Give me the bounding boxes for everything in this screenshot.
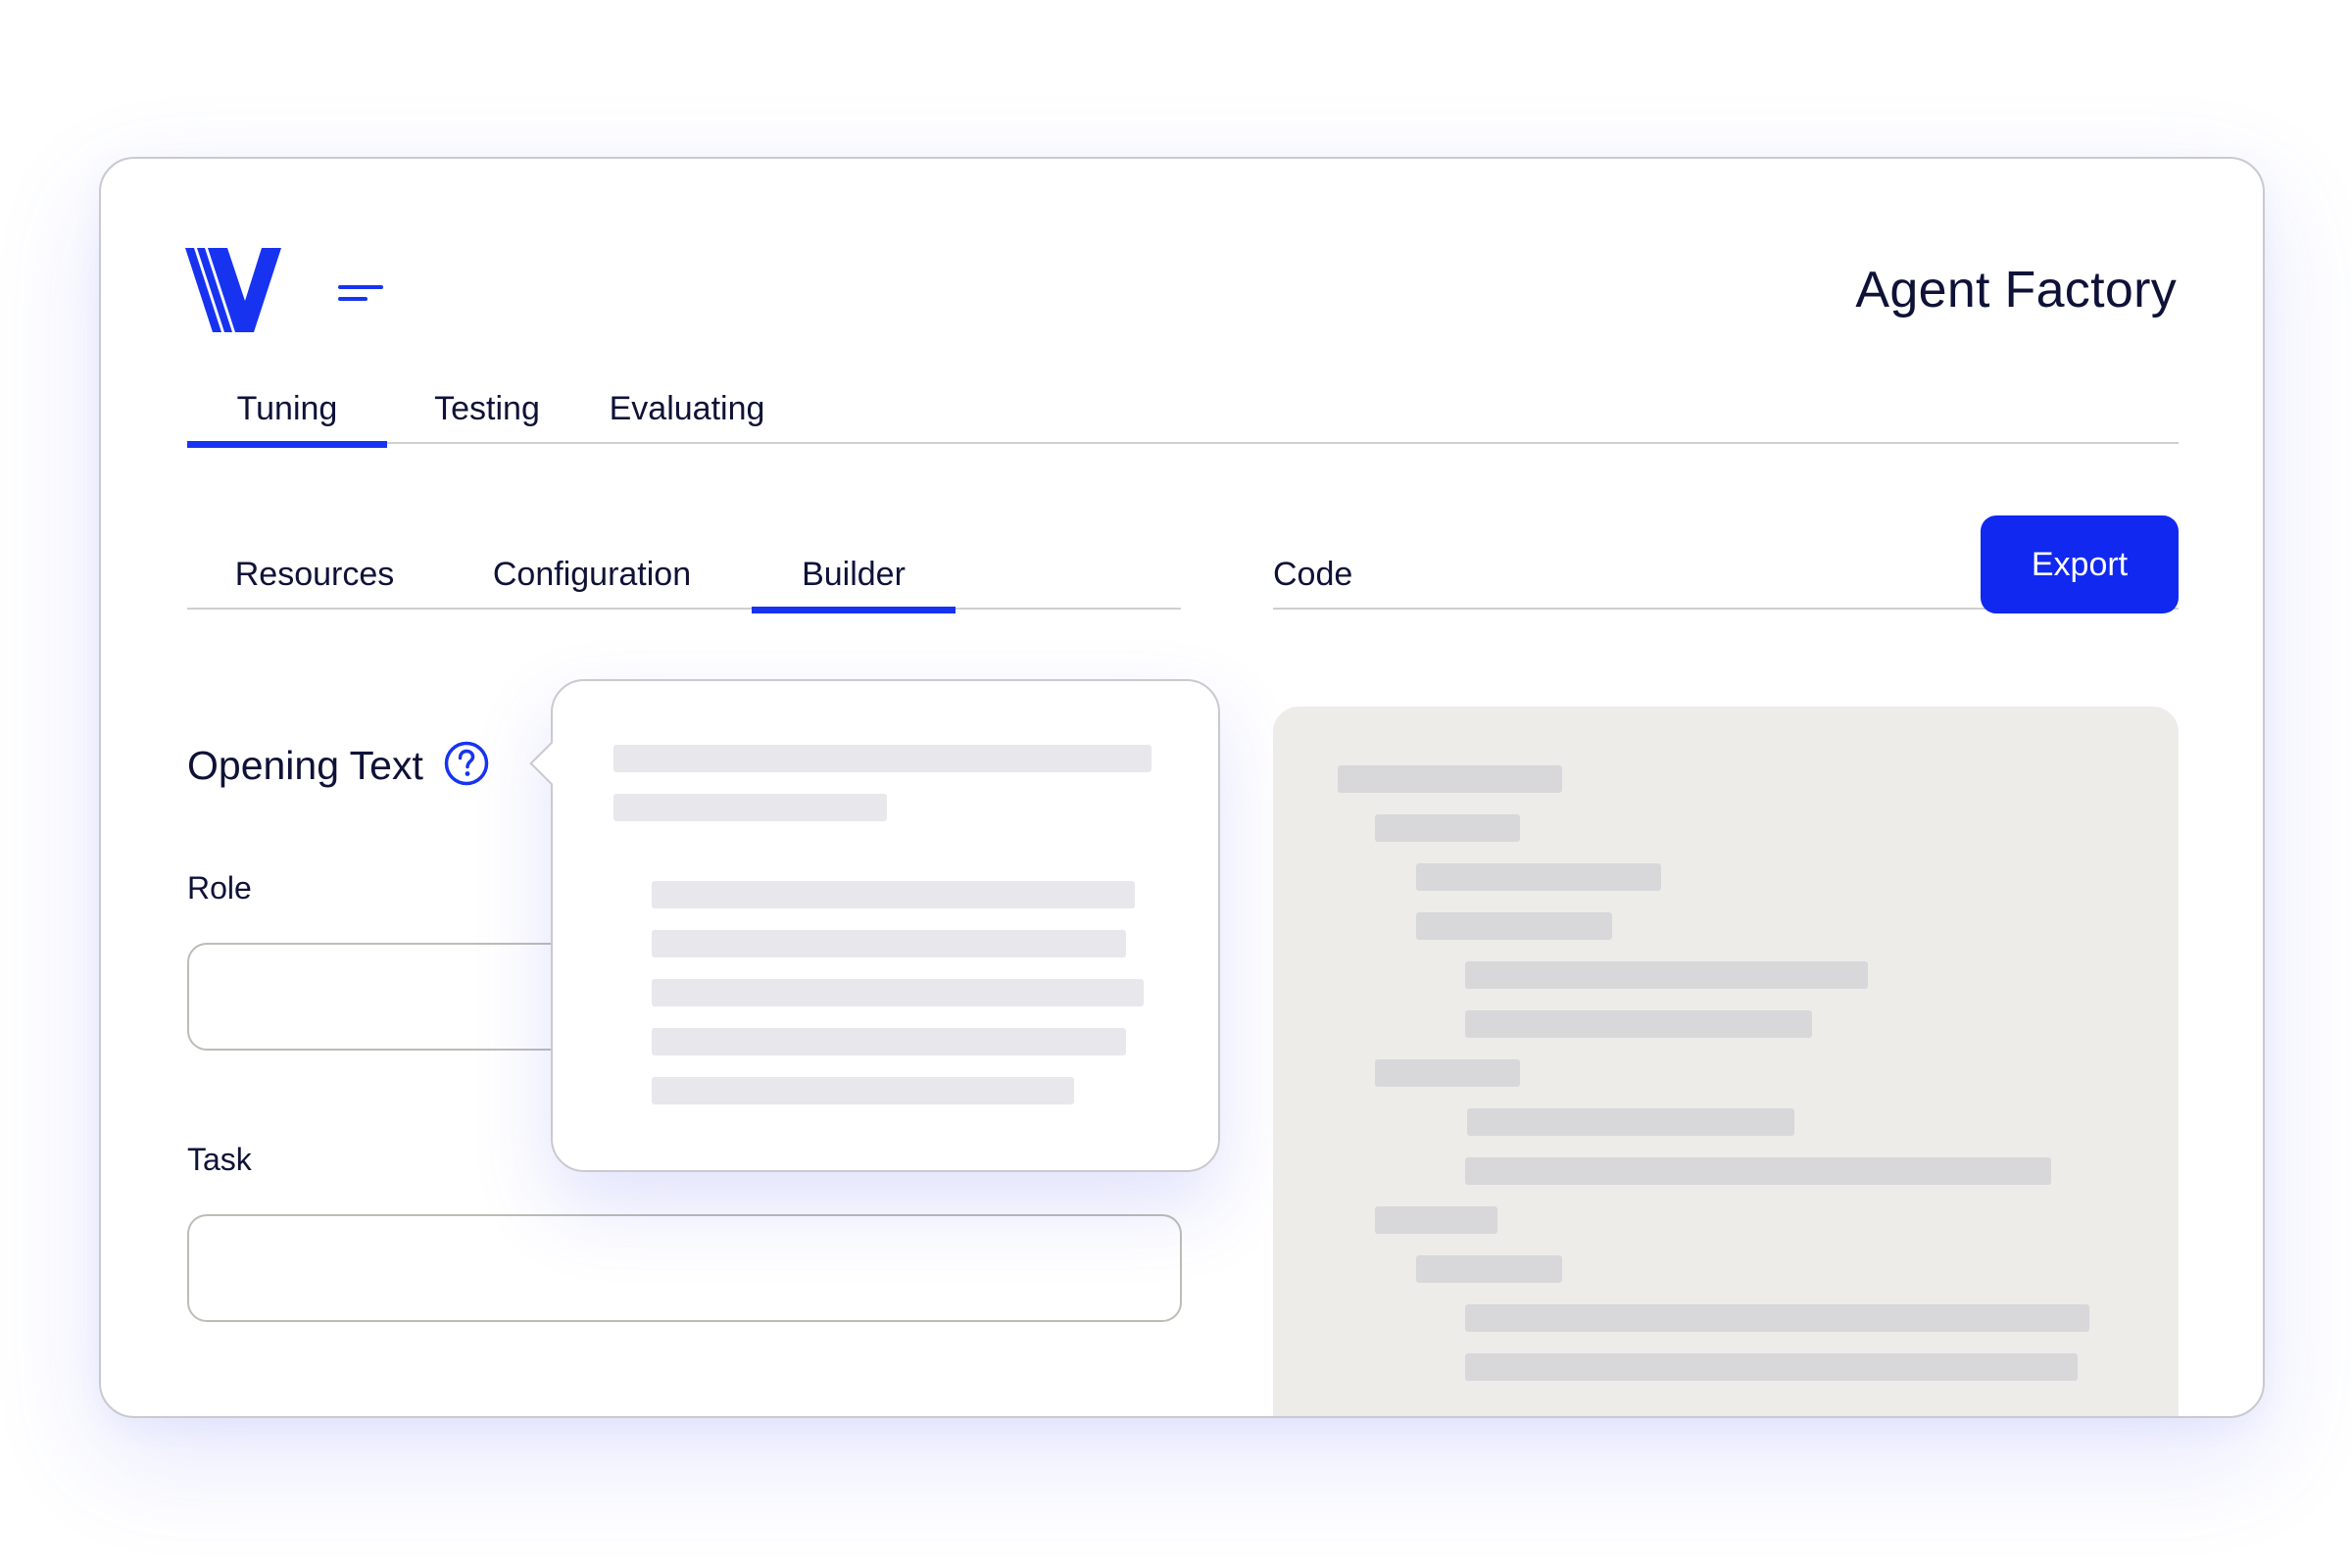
- skeleton-line: [613, 794, 887, 821]
- skeleton-line: [652, 1077, 1074, 1104]
- code-skeleton-line: [1375, 814, 1520, 842]
- skeleton-line: [652, 979, 1144, 1006]
- question-circle-icon[interactable]: [444, 741, 489, 786]
- menu-icon[interactable]: [338, 282, 383, 304]
- app-title: Agent Factory: [1855, 262, 2177, 318]
- section-title: Opening Text: [187, 743, 423, 788]
- help-popover: [529, 679, 1220, 1172]
- tab-tuning[interactable]: Tuning: [187, 390, 387, 448]
- code-skeleton-line: [1338, 765, 1562, 793]
- code-skeleton-line: [1375, 1206, 1497, 1234]
- code-skeleton-line: [1375, 1059, 1520, 1087]
- tab-evaluating[interactable]: Evaluating: [587, 390, 787, 444]
- logo-v-icon: [185, 248, 281, 332]
- skeleton-line: [652, 1028, 1126, 1055]
- task-input[interactable]: [187, 1214, 1182, 1322]
- skeleton-line: [652, 881, 1135, 908]
- tab-builder[interactable]: Builder: [752, 556, 956, 613]
- code-skeleton-line: [1467, 1108, 1794, 1136]
- code-skeleton-line: [1465, 961, 1868, 989]
- tab-code[interactable]: Code: [1273, 556, 1352, 610]
- skeleton-line: [613, 745, 1152, 772]
- tab-configuration[interactable]: Configuration: [442, 556, 742, 610]
- skeleton-line: [652, 930, 1126, 957]
- main-tab-bar: Tuning Testing Evaluating: [187, 390, 2179, 448]
- tab-testing[interactable]: Testing: [387, 390, 587, 444]
- code-skeleton-line: [1416, 863, 1661, 891]
- task-label: Task: [187, 1142, 252, 1177]
- code-skeleton-line: [1416, 1255, 1562, 1283]
- app-window: Agent Factory Tuning Testing Evaluating …: [99, 157, 2265, 1418]
- sub-tab-bar: Resources Configuration Builder: [187, 556, 1181, 613]
- export-button[interactable]: Export: [1981, 515, 2179, 613]
- code-skeleton-line: [1416, 912, 1612, 940]
- role-label: Role: [187, 870, 252, 906]
- popover-arrow: [529, 741, 574, 786]
- code-panel: [1273, 707, 2179, 1416]
- code-skeleton-line: [1465, 1010, 1812, 1038]
- code-skeleton-line: [1465, 1353, 2078, 1381]
- code-skeleton-line: [1465, 1157, 2051, 1185]
- tab-resources[interactable]: Resources: [187, 556, 442, 610]
- code-skeleton-line: [1465, 1304, 2089, 1332]
